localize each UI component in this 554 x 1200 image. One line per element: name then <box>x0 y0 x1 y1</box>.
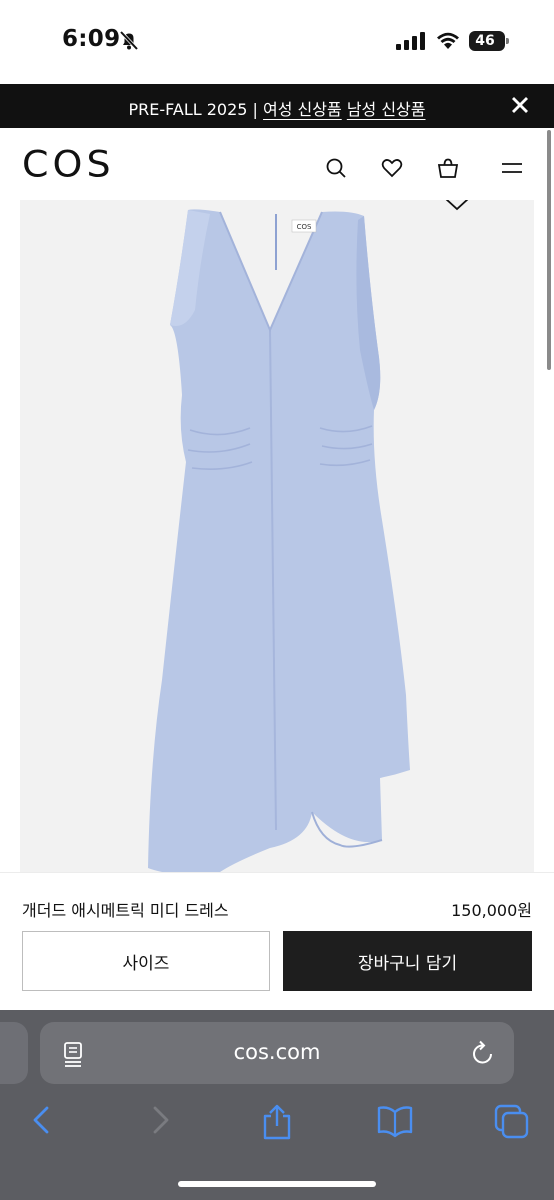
home-indicator[interactable] <box>178 1181 376 1187</box>
heart-icon[interactable] <box>380 156 404 180</box>
promo-text: PRE-FALL 2025 | 여성 신상품 남성 신상품 <box>0 96 554 120</box>
browser-toolbar: cos.com <box>0 1010 554 1200</box>
product-info: 개더드 애시메트릭 미디 드레스 150,000원 사이즈 장바구니 담기 <box>0 872 554 1012</box>
signal-icon <box>396 32 425 50</box>
status-bar: 6:09 46 <box>0 0 554 84</box>
url-text: cos.com <box>233 1040 321 1064</box>
chevron-down-icon[interactable] <box>443 200 471 214</box>
product-image[interactable]: COS <box>20 200 534 872</box>
previous-tab[interactable] <box>0 1022 28 1084</box>
tabs-icon[interactable] <box>494 1104 530 1140</box>
forward-icon[interactable] <box>148 1104 174 1136</box>
men-new-link[interactable]: 남성 신상품 <box>347 100 426 119</box>
add-to-cart-button[interactable]: 장바구니 담기 <box>283 931 532 991</box>
bell-slash-icon <box>119 30 139 51</box>
reload-icon[interactable] <box>470 1039 496 1067</box>
battery-level: 46 <box>475 33 495 49</box>
search-icon[interactable] <box>324 156 348 180</box>
bag-icon[interactable] <box>436 156 460 180</box>
scrollbar[interactable] <box>547 130 551 370</box>
label-tag-text: COS <box>297 223 312 231</box>
dress-image: COS <box>148 209 410 872</box>
promo-banner: PRE-FALL 2025 | 여성 신상품 남성 신상품 <box>0 84 554 128</box>
promo-prefix: PRE-FALL 2025 | <box>128 100 264 119</box>
menu-icon[interactable] <box>500 156 524 180</box>
size-button[interactable]: 사이즈 <box>22 931 270 991</box>
battery-icon: 46 <box>469 31 509 51</box>
status-time: 6:09 <box>62 26 121 52</box>
product-name: 개더드 애시메트릭 미디 드레스 <box>22 901 229 920</box>
cos-logo[interactable]: COS <box>22 143 115 185</box>
back-icon[interactable] <box>28 1104 54 1136</box>
site-header: COS <box>0 128 554 200</box>
bookmarks-icon[interactable] <box>376 1104 414 1138</box>
women-new-link[interactable]: 여성 신상품 <box>263 100 342 119</box>
close-icon[interactable] <box>508 93 532 117</box>
product-price: 150,000원 <box>451 901 532 920</box>
address-bar[interactable]: cos.com <box>40 1022 514 1084</box>
share-icon[interactable] <box>260 1104 294 1140</box>
wifi-icon <box>437 32 459 49</box>
